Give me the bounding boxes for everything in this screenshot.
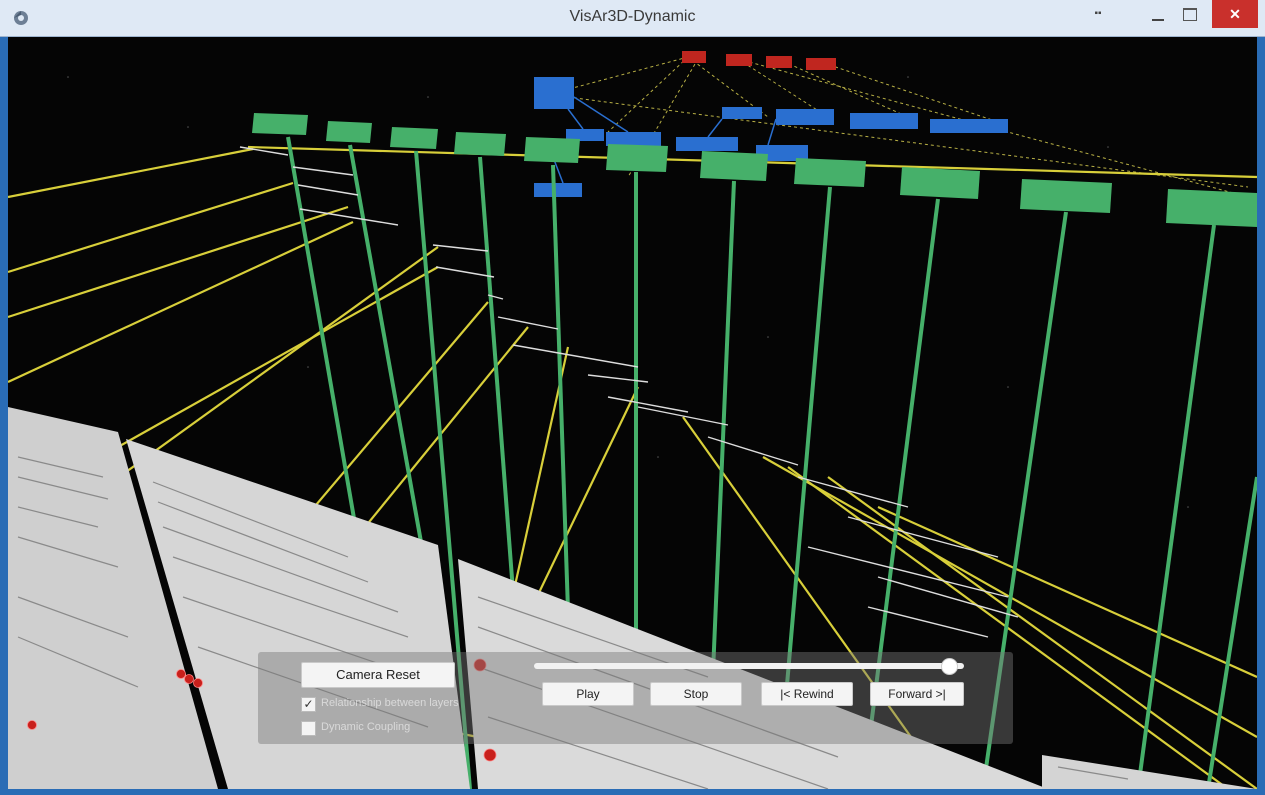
- package-box: [766, 56, 792, 68]
- package-box: [726, 54, 752, 66]
- camera-reset-button[interactable]: Camera Reset: [301, 662, 455, 688]
- lifeline-header-1: [252, 113, 308, 135]
- lifeline-header-7: [700, 151, 768, 181]
- marker-sphere: [193, 678, 203, 688]
- package-box: [682, 51, 706, 63]
- slider-thumb[interactable]: [940, 658, 958, 675]
- package-box: [806, 58, 836, 70]
- marker-sphere: [184, 674, 194, 684]
- class-box: [850, 113, 918, 129]
- lifeline-header-6: [606, 144, 668, 172]
- title-bar[interactable]: VisAr3D-Dynamic ▪▪ ✕: [0, 0, 1265, 37]
- lifeline-header-4: [454, 132, 506, 156]
- window-title: VisAr3D-Dynamic: [569, 8, 696, 25]
- marker-sphere: [27, 720, 37, 730]
- lifeline-header-8: [794, 158, 866, 187]
- lifeline-header-11: [1166, 189, 1257, 227]
- document-panel-4: [1042, 755, 1257, 789]
- lifeline-headers: [252, 113, 1257, 227]
- class-box: [534, 183, 582, 197]
- relationship-label: Relationship between layers: [321, 697, 459, 709]
- playback-controls: Camera Reset Play Stop |< Rewind Forward…: [258, 652, 1013, 744]
- class-box: [676, 137, 738, 151]
- marker-sphere: [176, 669, 186, 679]
- compact-icon[interactable]: ▪▪: [1086, 0, 1110, 30]
- lifeline-header-10: [1020, 179, 1112, 213]
- dynamic-coupling-label: Dynamic Coupling: [321, 721, 411, 733]
- forward-button[interactable]: Forward >|: [870, 682, 964, 706]
- 3d-viewport[interactable]: Camera Reset Play Stop |< Rewind Forward…: [8, 37, 1257, 789]
- class-box: [534, 77, 574, 109]
- dynamic-coupling-checkbox[interactable]: [301, 721, 316, 736]
- rewind-button[interactable]: |< Rewind: [761, 682, 853, 706]
- app-window: VisAr3D-Dynamic ▪▪ ✕ Camera Reset Play S…: [0, 0, 1265, 795]
- class-box: [776, 109, 834, 125]
- maximize-button[interactable]: [1176, 0, 1204, 30]
- class-box: [930, 119, 1008, 133]
- lifeline-header-2: [326, 121, 372, 143]
- relationship-checkbox[interactable]: ✓: [301, 697, 316, 712]
- lifeline-header-5: [524, 137, 580, 163]
- play-button[interactable]: Play: [542, 682, 634, 706]
- class-box: [606, 132, 661, 146]
- timeline-slider[interactable]: [534, 658, 964, 675]
- lifeline-header-3: [390, 127, 438, 149]
- lifeline-header-9: [900, 167, 980, 199]
- package-boxes: [682, 51, 836, 70]
- marker-sphere: [483, 748, 497, 762]
- close-button[interactable]: ✕: [1212, 0, 1258, 28]
- class-box: [722, 107, 762, 119]
- minimize-button[interactable]: [1144, 0, 1172, 30]
- stop-button[interactable]: Stop: [650, 682, 742, 706]
